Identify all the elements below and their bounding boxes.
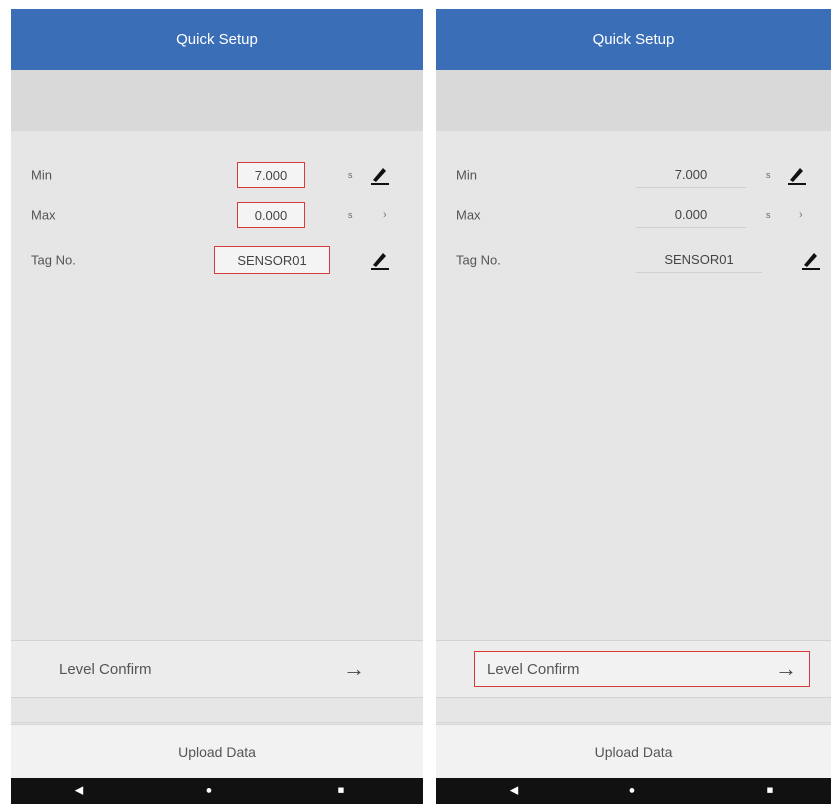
pencil-icon[interactable] <box>369 164 391 186</box>
min-value-field[interactable]: 7.000 <box>636 162 746 188</box>
nav-home-icon[interactable]: ● <box>206 785 213 797</box>
level-confirm-bar: Level Confirm → <box>11 640 423 698</box>
min-label: Min <box>456 167 477 183</box>
sub-toolbar <box>436 70 831 131</box>
tag-no-value-field[interactable]: SENSOR01 <box>636 247 762 273</box>
upload-data-button[interactable]: Upload Data <box>11 724 423 779</box>
left-phone-screen: Quick Setup Min 7.000 s Max 0.000 s › Ta… <box>11 9 423 804</box>
tag-no-value-field[interactable]: SENSOR01 <box>214 246 330 274</box>
row-max: Max 0.000 s › <box>11 195 423 235</box>
level-confirm-label: Level Confirm <box>59 660 152 678</box>
tag-no-label: Tag No. <box>456 252 501 268</box>
max-unit: s <box>766 210 771 220</box>
max-unit: s <box>348 210 353 220</box>
min-value-field[interactable]: 7.000 <box>237 162 305 188</box>
row-tag-no: Tag No. SENSOR01 <box>436 240 831 280</box>
chevron-right-icon[interactable]: › <box>799 209 803 221</box>
header-title: Quick Setup <box>176 31 258 48</box>
app-header: Quick Setup <box>11 9 423 70</box>
min-label: Min <box>31 167 52 183</box>
sub-toolbar <box>11 70 423 131</box>
max-value-field[interactable]: 0.000 <box>237 202 305 228</box>
min-unit: s <box>348 170 353 180</box>
android-nav-bar: ◀ ● ■ <box>436 778 831 804</box>
level-confirm-bar: Level Confirm → <box>436 640 831 698</box>
upload-data-label: Upload Data <box>178 744 256 760</box>
divider <box>436 722 831 723</box>
chevron-right-icon[interactable]: › <box>383 209 387 221</box>
android-nav-bar: ◀ ● ■ <box>11 778 423 804</box>
nav-back-icon[interactable]: ◀ <box>75 785 83 797</box>
level-confirm-button[interactable]: Level Confirm → <box>47 651 377 687</box>
arrow-right-icon: → <box>775 656 797 681</box>
nav-recent-icon[interactable]: ■ <box>767 785 774 797</box>
nav-recent-icon[interactable]: ■ <box>338 785 345 797</box>
level-confirm-label: Level Confirm <box>487 660 580 678</box>
divider <box>11 722 423 723</box>
nav-back-icon[interactable]: ◀ <box>510 785 518 797</box>
row-min: Min 7.000 s <box>11 155 423 195</box>
pencil-icon[interactable] <box>786 164 808 186</box>
header-title: Quick Setup <box>592 31 675 48</box>
right-phone-screen: Quick Setup Min 7.000 s Max 0.000 s › Ta… <box>436 9 831 804</box>
level-confirm-button[interactable]: Level Confirm → <box>474 651 810 687</box>
tag-no-label: Tag No. <box>31 252 76 268</box>
nav-home-icon[interactable]: ● <box>629 785 636 797</box>
upload-data-button[interactable]: Upload Data <box>436 724 831 779</box>
pencil-icon[interactable] <box>800 249 822 271</box>
min-unit: s <box>766 170 771 180</box>
upload-data-label: Upload Data <box>594 744 673 760</box>
max-label: Max <box>456 207 481 223</box>
row-min: Min 7.000 s <box>436 155 831 195</box>
max-label: Max <box>31 207 56 223</box>
app-header: Quick Setup <box>436 9 831 70</box>
max-value-field[interactable]: 0.000 <box>636 202 746 228</box>
row-tag-no: Tag No. SENSOR01 <box>11 240 423 280</box>
pencil-icon[interactable] <box>369 249 391 271</box>
row-max: Max 0.000 s › <box>436 195 831 235</box>
arrow-right-icon: → <box>343 656 365 681</box>
